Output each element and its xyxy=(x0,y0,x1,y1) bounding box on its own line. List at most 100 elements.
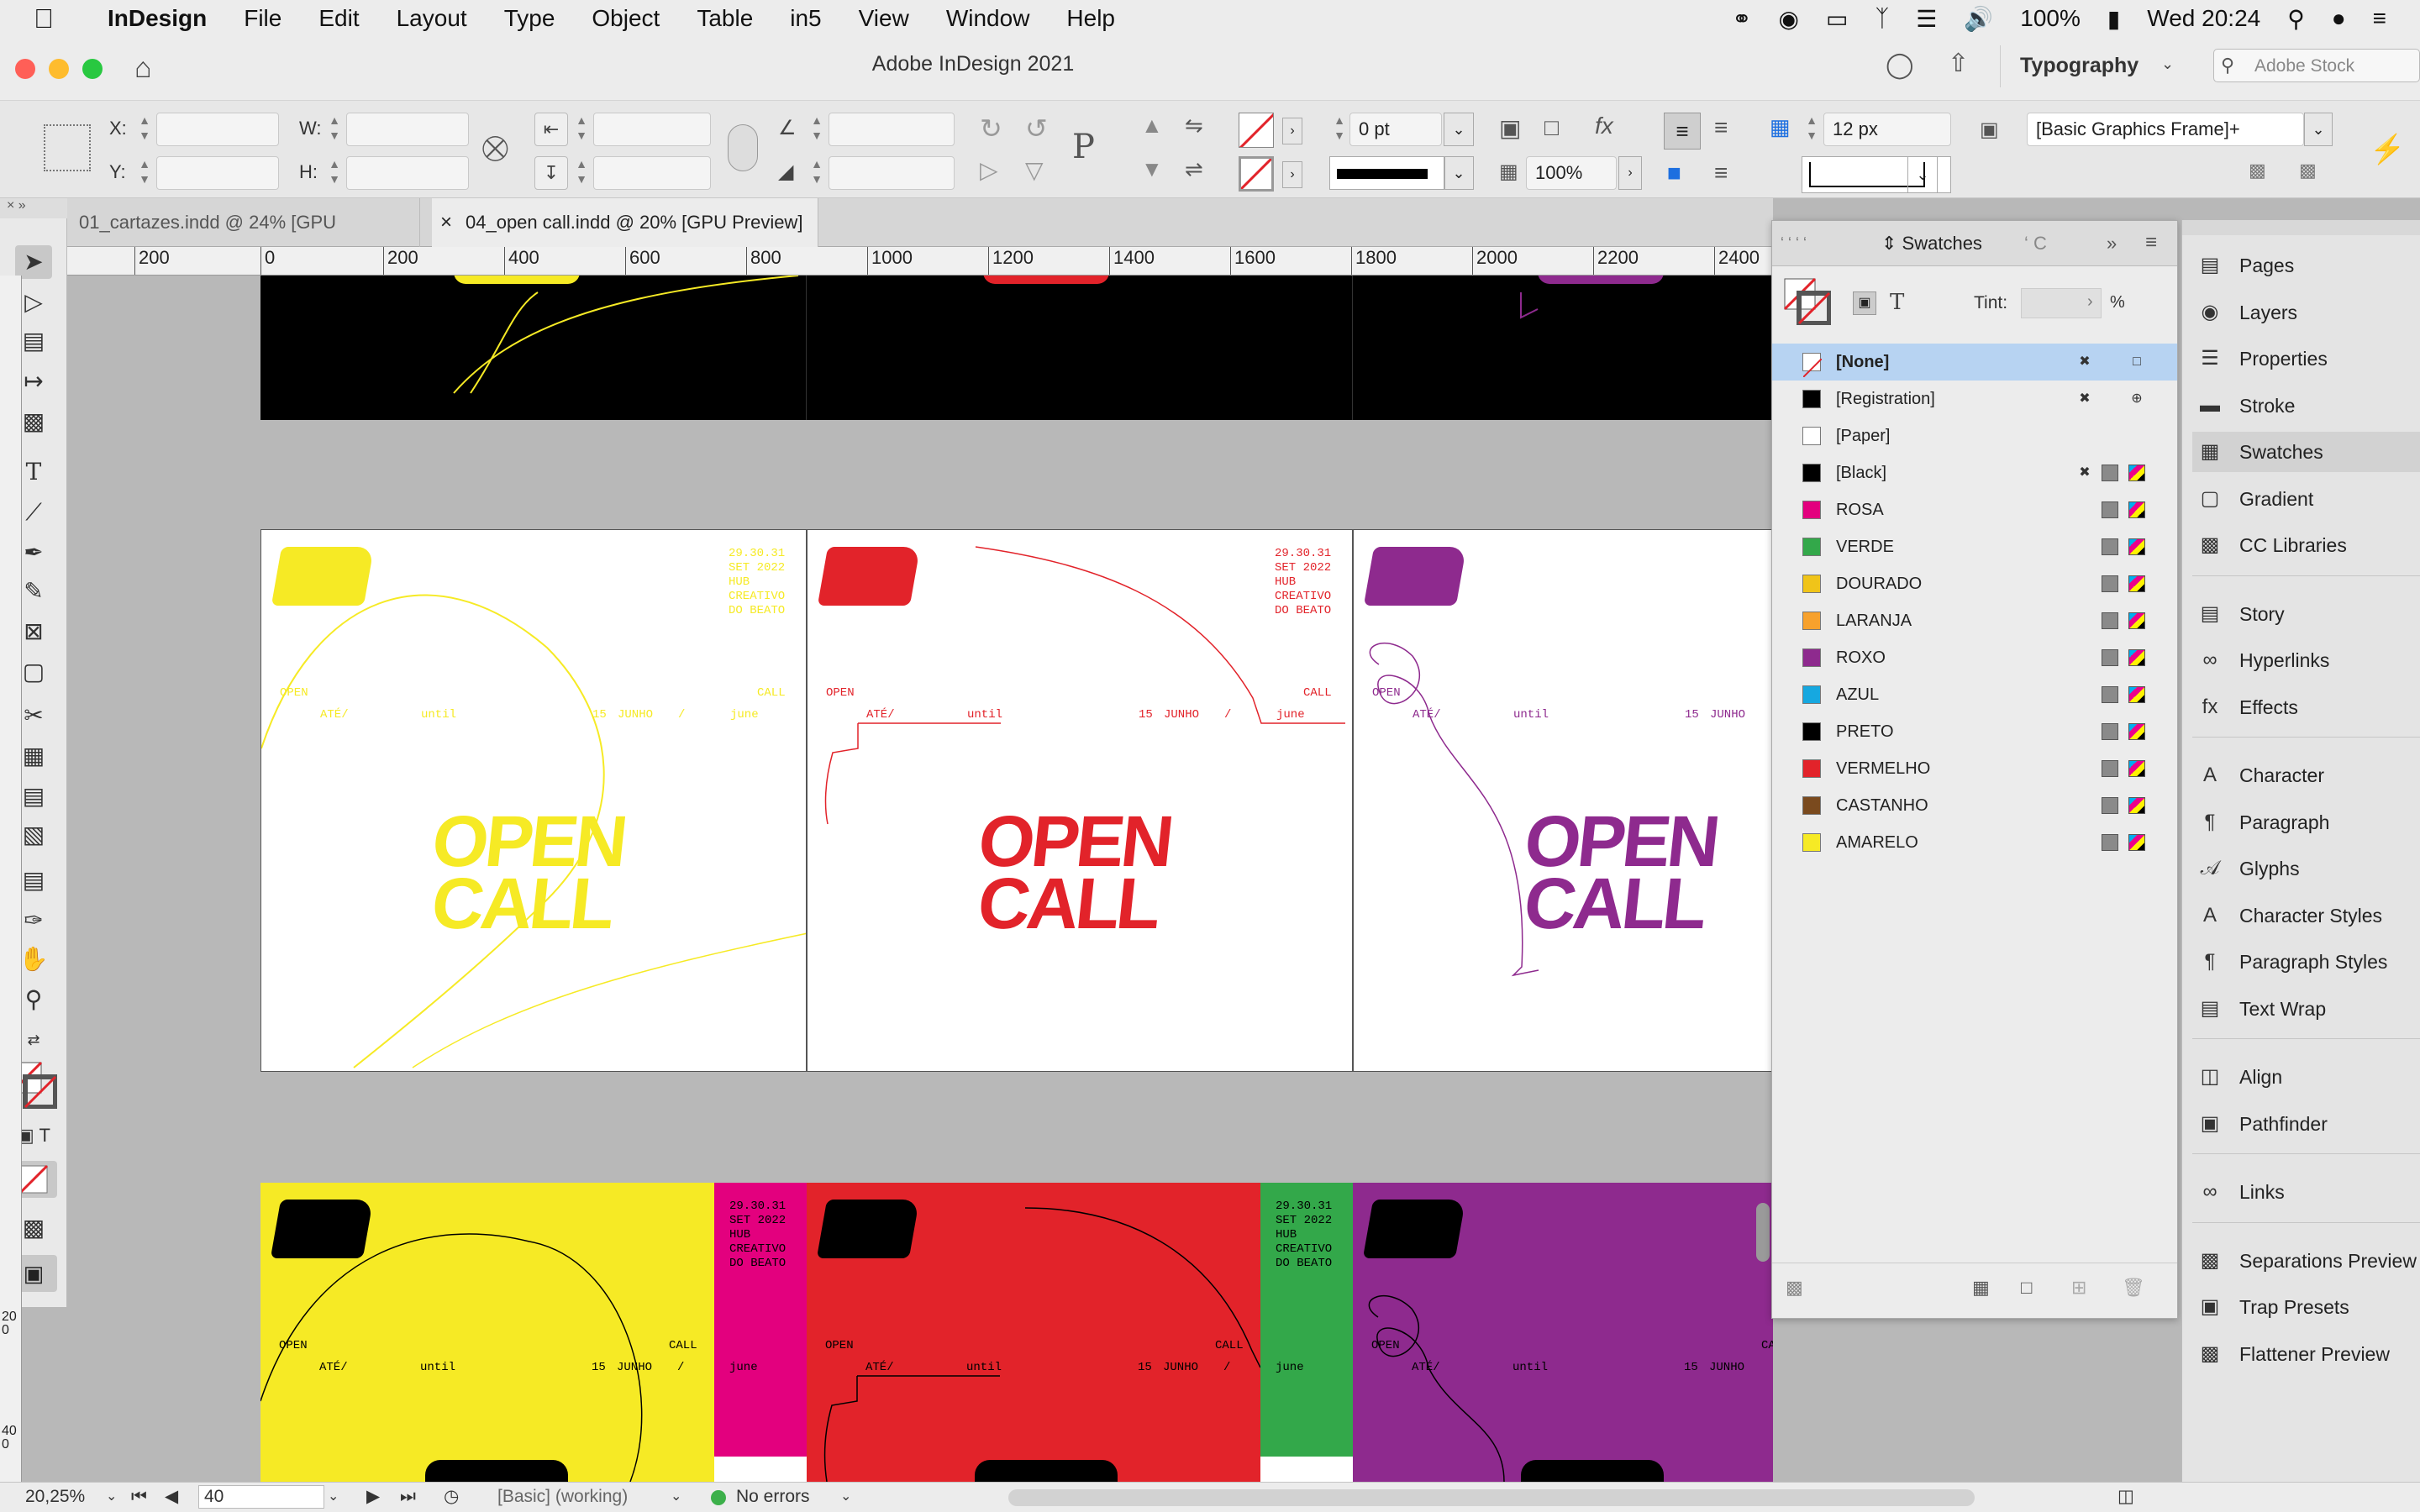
clear-overrides-icon[interactable]: ▩ xyxy=(2249,160,2266,181)
shear-field[interactable] xyxy=(829,156,955,190)
control-center-icon[interactable]: ≡ xyxy=(2373,5,2386,32)
path-type-icon[interactable]: P xyxy=(1072,128,1095,166)
drop-shadow-icon[interactable]: □ xyxy=(1544,114,1559,141)
opacity-field[interactable]: 100% xyxy=(1526,156,1617,190)
new-swatch-icon[interactable]: ⊞ xyxy=(2071,1277,2086,1299)
tools-panel-header[interactable]: × » xyxy=(0,198,67,218)
wifi-icon[interactable]: ☰ xyxy=(1916,5,1937,33)
dock-item-effects[interactable]: fx Effects xyxy=(2192,687,2420,727)
swatch-row[interactable]: [Registration] ✖ ⊕ xyxy=(1772,381,2177,417)
dock-item-paragraph[interactable]: ¶ Paragraph xyxy=(2192,802,2420,843)
profile-dropdown-icon[interactable]: ⌄ xyxy=(671,1483,681,1511)
grid-icon[interactable]: ▦ xyxy=(1770,114,1791,140)
x-field[interactable] xyxy=(156,113,279,146)
px-stepper[interactable]: ▲ ▼ xyxy=(1802,113,1822,146)
quick-apply-icon[interactable]: ⚡ xyxy=(2370,133,2405,166)
stroke-type-field[interactable] xyxy=(1329,156,1445,190)
dock-item-pages[interactable]: ▤ Pages xyxy=(2192,245,2420,286)
dock-item-flattener-preview[interactable]: ▩ Flattener Preview xyxy=(2192,1334,2420,1374)
bluetooth-icon[interactable]: ᛉ xyxy=(1875,5,1889,32)
airplay-icon[interactable]: ▭ xyxy=(1826,5,1848,33)
flip-horizontal-icon[interactable]: ▷ xyxy=(980,156,998,184)
swatch-row[interactable]: ROXO xyxy=(1772,639,2177,676)
volume-icon[interactable]: 🔊 xyxy=(1964,5,1993,33)
dock-item-pathfinder[interactable]: ▣ Pathfinder xyxy=(2192,1104,2420,1144)
preflight-errors[interactable]: No errors xyxy=(736,1483,810,1511)
rotate-ccw-icon[interactable]: ↺ xyxy=(1025,113,1048,144)
color-tab-stub[interactable]: ‘ C xyxy=(2024,233,2047,255)
swatch-row[interactable]: VERDE xyxy=(1772,528,2177,565)
folder-icon[interactable]: □ xyxy=(2021,1277,2032,1299)
menu-layout[interactable]: Layout xyxy=(397,5,467,32)
swatch-row[interactable]: [None] ✖ □ xyxy=(1772,344,2177,381)
dock-item-glyphs[interactable]: 𝒜 Glyphs xyxy=(2192,848,2420,889)
dock-item-cc-libraries[interactable]: ▩ CC Libraries xyxy=(2192,525,2420,565)
tab-04-open-call[interactable]: × 04_open call.indd @ 20% [GPU Preview] xyxy=(432,198,818,247)
swatch-row[interactable]: AZUL xyxy=(1772,676,2177,713)
swatch-row[interactable]: DOURADO xyxy=(1772,565,2177,602)
rotate-cw-icon[interactable]: ↻ xyxy=(980,113,1002,144)
select-next-icon[interactable]: ⇋ xyxy=(1185,113,1203,139)
menu-help[interactable]: Help xyxy=(1066,5,1115,32)
errors-dropdown-icon[interactable]: ⌄ xyxy=(840,1483,851,1511)
dock-item-stroke[interactable]: ▬ Stroke xyxy=(2192,386,2420,426)
fill-none-swatch[interactable] xyxy=(1239,113,1274,148)
poster-strip-pink[interactable]: 29.30.31 SET 2022 HUB CREATIVO DO BEATO … xyxy=(714,1183,807,1482)
flip-vertical-icon[interactable]: ▽ xyxy=(1025,156,1044,184)
y-stepper[interactable]: ▲ ▼ xyxy=(134,156,155,190)
trash-icon[interactable]: 🗑 xyxy=(2122,1277,2145,1299)
menu-type[interactable]: Type xyxy=(504,5,555,32)
dock-item-properties[interactable]: ☰ Properties xyxy=(2192,339,2420,379)
dock-item-align[interactable]: ◫ Align xyxy=(2192,1057,2420,1097)
poster-strip-green[interactable]: 29.30.31 SET 2022 HUB CREATIVO DO BEATO … xyxy=(1260,1183,1353,1482)
effects-fx-icon[interactable]: fx xyxy=(1595,113,1613,139)
vertical-scrollbar[interactable] xyxy=(1756,1203,1770,1262)
menu-table[interactable]: Table xyxy=(697,5,753,32)
swatch-row[interactable]: LARANJA xyxy=(1772,602,2177,639)
dock-item-text-wrap[interactable]: ▤ Text Wrap xyxy=(2192,989,2420,1029)
vertical-ruler[interactable]: 200 400 xyxy=(0,276,22,1482)
next-page-icon[interactable]: ▶ xyxy=(366,1483,380,1511)
swatch-row[interactable]: PRETO xyxy=(1772,713,2177,750)
object-style-dropdown[interactable]: ⌄ xyxy=(2304,113,2333,146)
fill-menu-chevron[interactable]: › xyxy=(1282,118,1302,144)
battery-icon[interactable]: ▮ xyxy=(2107,5,2120,33)
scale-x-stepper[interactable]: ▲ ▼ xyxy=(571,113,592,146)
menu-file[interactable]: File xyxy=(244,5,281,32)
menu-object[interactable]: Object xyxy=(592,5,660,32)
tint-chevron[interactable]: › xyxy=(2087,292,2093,312)
dock-item-story[interactable]: ▤ Story xyxy=(2192,594,2420,634)
poster-white-purple[interactable]: OPEN ATÉ/ until 15 JUNHO OPEN CALL xyxy=(1353,529,1773,1072)
menu-view[interactable]: View xyxy=(859,5,909,32)
dock-item-layers[interactable]: ◉ Layers xyxy=(2192,292,2420,333)
w-field[interactable] xyxy=(346,113,469,146)
auto-fit-icon[interactable]: ■ xyxy=(1667,160,1681,186)
page-black-yellow[interactable] xyxy=(260,276,807,420)
select-container-icon[interactable]: ▲ xyxy=(1141,113,1163,139)
split-view-icon[interactable]: ◫ xyxy=(2118,1483,2134,1511)
show-kinds-icon[interactable]: ▩ xyxy=(1786,1277,1803,1299)
stroke-weight-field[interactable]: 0 pt xyxy=(1349,113,1442,146)
page-black-purple[interactable] xyxy=(1353,276,1773,420)
menu-edit[interactable]: Edit xyxy=(318,5,359,32)
x-stepper[interactable]: ▲ ▼ xyxy=(134,113,155,146)
px-field[interactable]: 12 px xyxy=(1823,113,1951,146)
fill-stroke-proxy[interactable] xyxy=(1783,277,1832,326)
w-stepper[interactable]: ▲ ▼ xyxy=(324,113,345,146)
preflight-profile[interactable]: [Basic] (working) xyxy=(497,1483,628,1511)
rotate-stepper[interactable]: ▲ ▼ xyxy=(807,113,827,146)
menu-in5[interactable]: in5 xyxy=(790,5,821,32)
creative-cloud-icon[interactable]: ⚭ xyxy=(1732,5,1751,33)
select-frame-icon[interactable]: ▣ xyxy=(1499,114,1521,142)
page-number-field[interactable]: 40 xyxy=(198,1485,324,1509)
formatting-container-button[interactable]: ▣ xyxy=(1853,291,1876,315)
zoom-level[interactable]: 20,25% xyxy=(25,1483,85,1511)
swatch-row[interactable]: [Black] ✖ xyxy=(1772,454,2177,491)
poster-white-yellow[interactable]: 29.30.31 SET 2022 HUB CREATIVO DO BEATO … xyxy=(260,529,807,1072)
select-content-icon[interactable]: ▼ xyxy=(1141,156,1163,182)
swatch-row[interactable]: AMARELO xyxy=(1772,824,2177,861)
poster-white-red[interactable]: 29.30.31 SET 2022 HUB CREATIVO DO BEATO … xyxy=(807,529,1353,1072)
constrain-scale-toggle[interactable] xyxy=(728,124,758,171)
y-field[interactable] xyxy=(156,156,279,190)
text-wrap-icon[interactable]: ≡ xyxy=(1714,114,1728,141)
